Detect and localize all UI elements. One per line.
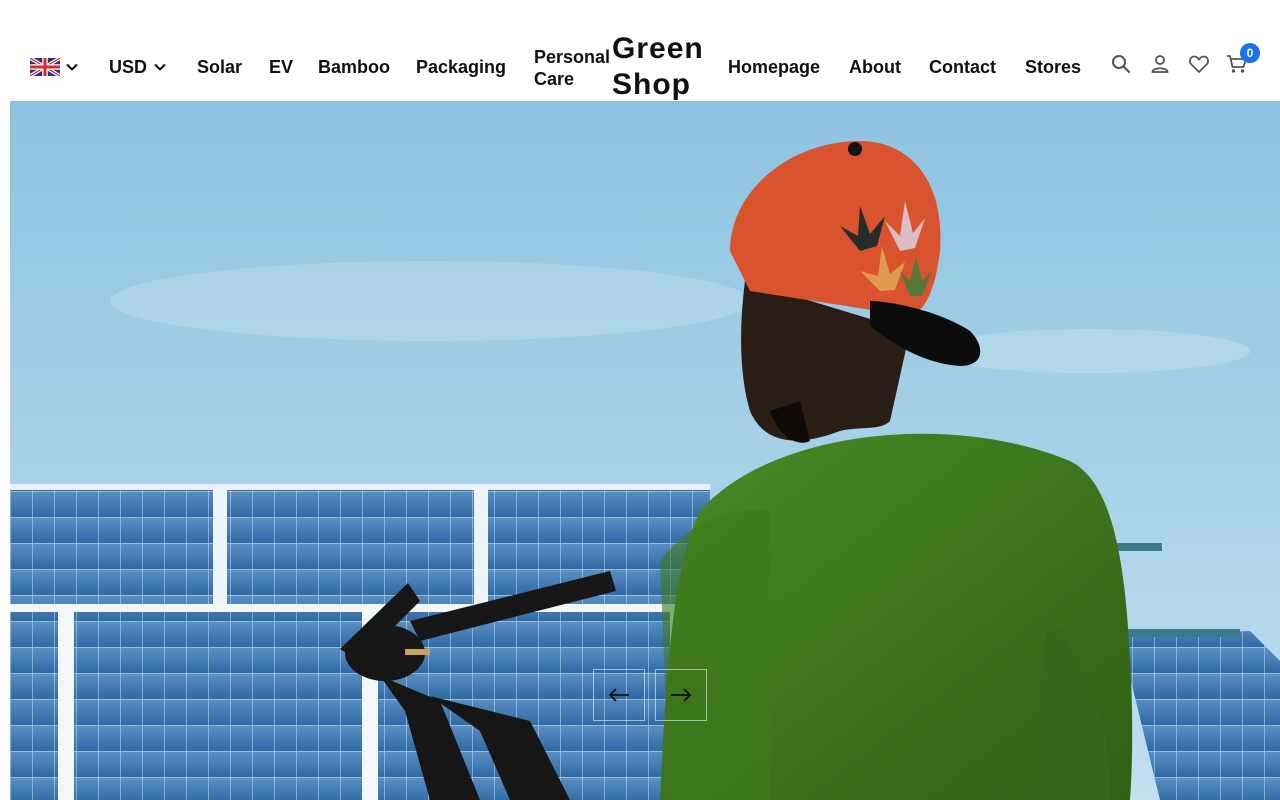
nav-link-stores[interactable]: Stores: [1025, 56, 1081, 78]
uk-flag-icon[interactable]: [30, 58, 60, 76]
chevron-down-icon[interactable]: [65, 60, 79, 74]
hero-image: [10, 101, 1280, 800]
nav-link-bamboo[interactable]: Bamboo: [318, 56, 390, 78]
nav-link-packaging[interactable]: Packaging: [416, 56, 506, 78]
hero-slider: [10, 101, 1280, 800]
nav-link-about[interactable]: About: [849, 56, 901, 78]
nav-label-line: Personal: [534, 47, 611, 67]
arrow-right-icon: [671, 688, 692, 702]
nav-link-homepage[interactable]: Homepage: [728, 56, 820, 78]
arrow-left-icon: [608, 688, 629, 702]
brand-line: Shop: [612, 68, 691, 101]
slider-prev-button[interactable]: [593, 669, 645, 721]
nav-link-personal-care[interactable]: Personal Care: [534, 46, 614, 90]
account-icon[interactable]: [1149, 53, 1171, 75]
nav-label-line: Care: [534, 69, 575, 89]
nav-link-solar[interactable]: Solar: [197, 56, 242, 78]
nav-link-ev[interactable]: EV: [269, 56, 293, 78]
brand-logo[interactable]: Green Shop: [612, 31, 722, 103]
nav-link-contact[interactable]: Contact: [929, 56, 996, 78]
brand-line: Green: [612, 32, 704, 65]
cart-count-badge: 0: [1240, 43, 1260, 63]
slider-next-button[interactable]: [655, 669, 707, 721]
currency-selector[interactable]: USD: [109, 56, 147, 78]
search-icon[interactable]: [1110, 53, 1132, 75]
heart-icon[interactable]: [1188, 53, 1210, 75]
site-header: USD Solar EV Bamboo Packaging Personal C…: [0, 0, 1280, 101]
chevron-down-icon[interactable]: [153, 60, 167, 74]
